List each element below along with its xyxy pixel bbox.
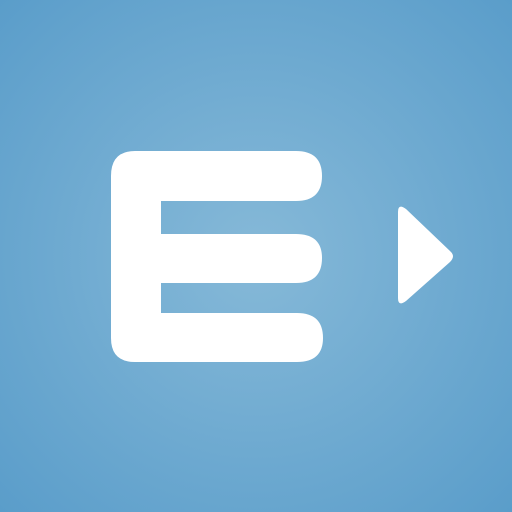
letter-e-icon: [111, 151, 323, 362]
app-icon: [0, 0, 512, 512]
app-icon-artwork: [111, 151, 453, 362]
play-triangle-icon: [398, 206, 453, 304]
